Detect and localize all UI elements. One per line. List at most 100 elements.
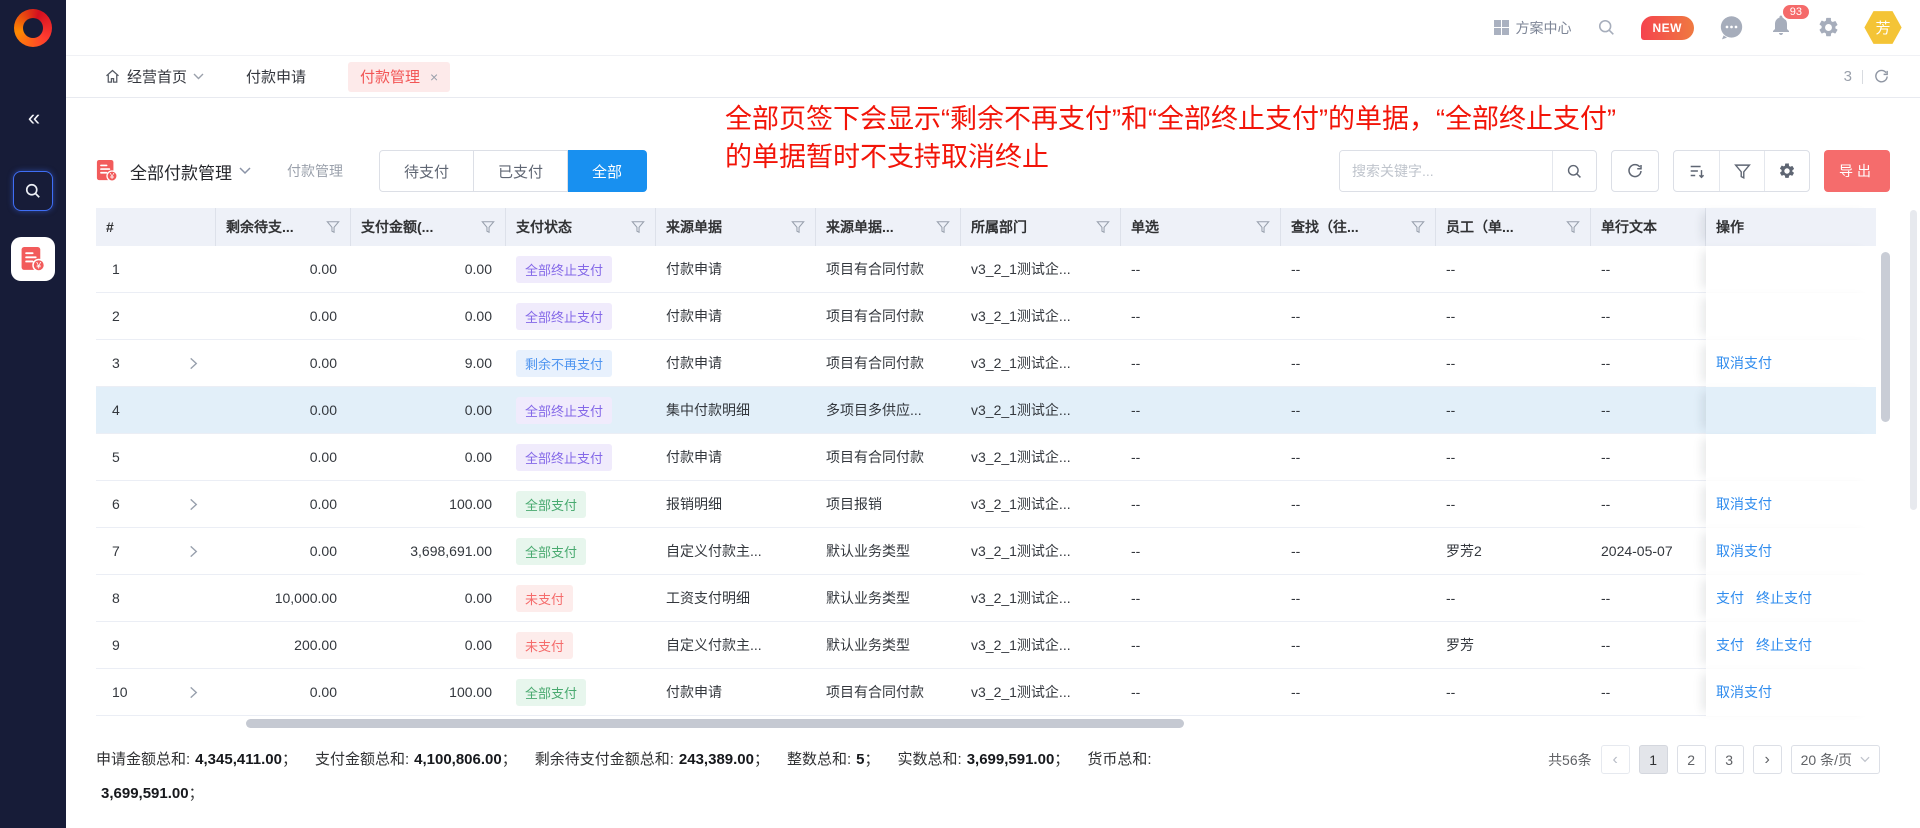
sidebar-search-button[interactable] — [13, 171, 53, 211]
cell-actions — [1706, 434, 1876, 481]
cell-source_type: 项目有合同付款 — [816, 669, 961, 716]
cell-source_type: 项目有合同付款 — [816, 340, 961, 387]
close-tab-icon[interactable]: × — [430, 69, 438, 85]
tab-payment-manage[interactable]: 付款管理 × — [348, 62, 450, 92]
page-size-select[interactable]: 20 条/页 — [1791, 745, 1880, 774]
cell-status: 剩余不再支付 — [506, 340, 656, 387]
column-filter-icon[interactable] — [1411, 220, 1425, 234]
summary-separator: ； — [502, 751, 517, 768]
cell-text: -- — [1591, 622, 1706, 669]
table-row[interactable]: 50.000.00全部终止支付付款申请项目有合同付款v3_2_1测试企...--… — [96, 434, 1876, 481]
column-label: 所属部门 — [971, 217, 1027, 237]
table-row[interactable]: 10.000.00全部终止支付付款申请项目有合同付款v3_2_1测试企...--… — [96, 246, 1876, 293]
cell-text: -- — [1591, 340, 1706, 387]
sort-button[interactable] — [1674, 151, 1719, 191]
page-button[interactable]: 2 — [1677, 745, 1706, 774]
cell-paid: 9.00 — [351, 340, 506, 387]
summary-value: 4,345,411.00 — [195, 751, 282, 768]
cell-lookup: -- — [1281, 575, 1436, 622]
page-scrollbar[interactable] — [1910, 210, 1917, 510]
column-header-remaining: 剩余待支... — [216, 208, 351, 246]
tab-business-home[interactable]: 经营首页 — [104, 66, 204, 87]
column-filter-icon[interactable] — [791, 220, 805, 234]
table-row[interactable]: 9200.000.00未支付自定义付款主...默认业务类型v3_2_1测试企..… — [96, 622, 1876, 669]
sidebar-payment-app-button[interactable]: ¥ — [11, 237, 55, 281]
action-link[interactable]: 支付 — [1716, 588, 1744, 608]
table-row[interactable]: 810,000.000.00未支付工资支付明细默认业务类型v3_2_1测试企..… — [96, 575, 1876, 622]
annotation-line2: 的单据暂时不支持取消终止 — [725, 138, 1616, 176]
tab-payment-manage-label: 付款管理 — [360, 66, 420, 87]
prev-page-button[interactable]: ‹ — [1601, 745, 1630, 774]
segment-button[interactable]: 已支付 — [474, 150, 568, 192]
column-filter-icon[interactable] — [631, 220, 645, 234]
message-icon[interactable] — [1718, 14, 1745, 41]
vertical-scrollbar[interactable] — [1881, 252, 1890, 422]
tab-payment-request[interactable]: 付款申请 — [246, 66, 306, 87]
cell-num: 8 — [96, 575, 216, 622]
column-label: 来源单据 — [666, 217, 722, 237]
column-filter-icon[interactable] — [1256, 220, 1270, 234]
action-link[interactable]: 终止支付 — [1756, 588, 1812, 608]
status-badge: 未支付 — [516, 585, 573, 612]
cell-source_type: 项目报销 — [816, 481, 961, 528]
column-header-num: # — [96, 208, 216, 246]
cell-remaining: 0.00 — [216, 528, 351, 575]
page-button[interactable]: 1 — [1639, 745, 1668, 774]
expand-row-icon[interactable] — [189, 545, 198, 558]
cell-paid: 0.00 — [351, 387, 506, 434]
cell-num: 10 — [96, 669, 216, 716]
global-search-icon[interactable] — [1596, 17, 1617, 38]
column-filter-icon[interactable] — [936, 220, 950, 234]
action-link[interactable]: 终止支付 — [1756, 635, 1812, 655]
user-avatar[interactable]: 芳 — [1864, 11, 1902, 45]
cell-text: -- — [1591, 434, 1706, 481]
action-link[interactable]: 取消支付 — [1716, 353, 1772, 373]
table-row[interactable]: 60.00100.00全部支付报销明细项目报销v3_2_1测试企...-----… — [96, 481, 1876, 528]
refresh-tabs-icon[interactable] — [1873, 68, 1890, 85]
table-row[interactable]: 30.009.00剩余不再支付付款申请项目有合同付款v3_2_1测试企...--… — [96, 340, 1876, 387]
action-link[interactable]: 取消支付 — [1716, 494, 1772, 514]
column-filter-icon[interactable] — [326, 220, 340, 234]
cell-text: -- — [1591, 293, 1706, 340]
cell-lookup: -- — [1281, 481, 1436, 528]
horizontal-scrollbar[interactable] — [246, 719, 1184, 728]
expand-row-icon[interactable] — [189, 686, 198, 699]
summary-item: 整数总和:5； — [787, 751, 880, 768]
expand-row-icon[interactable] — [189, 357, 198, 370]
table-row[interactable]: 70.003,698,691.00全部支付自定义付款主...默认业务类型v3_2… — [96, 528, 1876, 575]
segment-button[interactable]: 待支付 — [379, 150, 474, 192]
table-footer: 申请金额总和:4,345,411.00；支付金额总和:4,100,806.00；… — [66, 729, 1920, 811]
column-settings-button[interactable] — [1764, 151, 1809, 191]
table-row[interactable]: 20.000.00全部终止支付付款申请项目有合同付款v3_2_1测试企...--… — [96, 293, 1876, 340]
action-link[interactable]: 支付 — [1716, 635, 1744, 655]
action-link[interactable]: 取消支付 — [1716, 682, 1772, 702]
view-selector[interactable]: 全部付款管理 — [130, 159, 251, 184]
notifications-button[interactable]: 93 — [1769, 13, 1793, 42]
column-filter-icon[interactable] — [1566, 220, 1580, 234]
segment-button[interactable]: 全部 — [568, 150, 647, 192]
solution-center-button[interactable]: 方案中心 — [1494, 18, 1572, 38]
summary-separator: ； — [754, 751, 769, 768]
page-button[interactable]: 3 — [1715, 745, 1744, 774]
table-row[interactable]: 40.000.00全部终止支付集中付款明细多项目多供应...v3_2_1测试企.… — [96, 387, 1876, 434]
sidebar-collapse-icon[interactable]: « — [28, 105, 38, 131]
filter-button[interactable] — [1719, 151, 1764, 191]
summary-value: 3,699,591.00 — [967, 751, 1055, 768]
settings-gear-icon[interactable] — [1817, 16, 1840, 39]
refresh-table-button[interactable] — [1611, 150, 1659, 192]
expand-row-icon[interactable] — [189, 498, 198, 511]
next-page-button[interactable]: › — [1753, 745, 1782, 774]
cell-source: 付款申请 — [656, 293, 816, 340]
cell-radio: -- — [1121, 575, 1281, 622]
column-header-employee: 员工（单... — [1436, 208, 1591, 246]
row-number: 2 — [112, 308, 120, 324]
action-link[interactable]: 取消支付 — [1716, 541, 1772, 561]
new-badge[interactable]: NEW — [1641, 16, 1695, 40]
column-filter-icon[interactable] — [1096, 220, 1110, 234]
summary-totals: 申请金额总和:4,345,411.00；支付金额总和:4,100,806.00；… — [96, 743, 1266, 811]
cell-status: 全部支付 — [506, 669, 656, 716]
row-number: 9 — [112, 637, 120, 653]
export-button[interactable]: 导出 — [1824, 150, 1890, 192]
column-filter-icon[interactable] — [481, 220, 495, 234]
table-row[interactable]: 100.00100.00全部支付付款申请项目有合同付款v3_2_1测试企...-… — [96, 669, 1876, 716]
